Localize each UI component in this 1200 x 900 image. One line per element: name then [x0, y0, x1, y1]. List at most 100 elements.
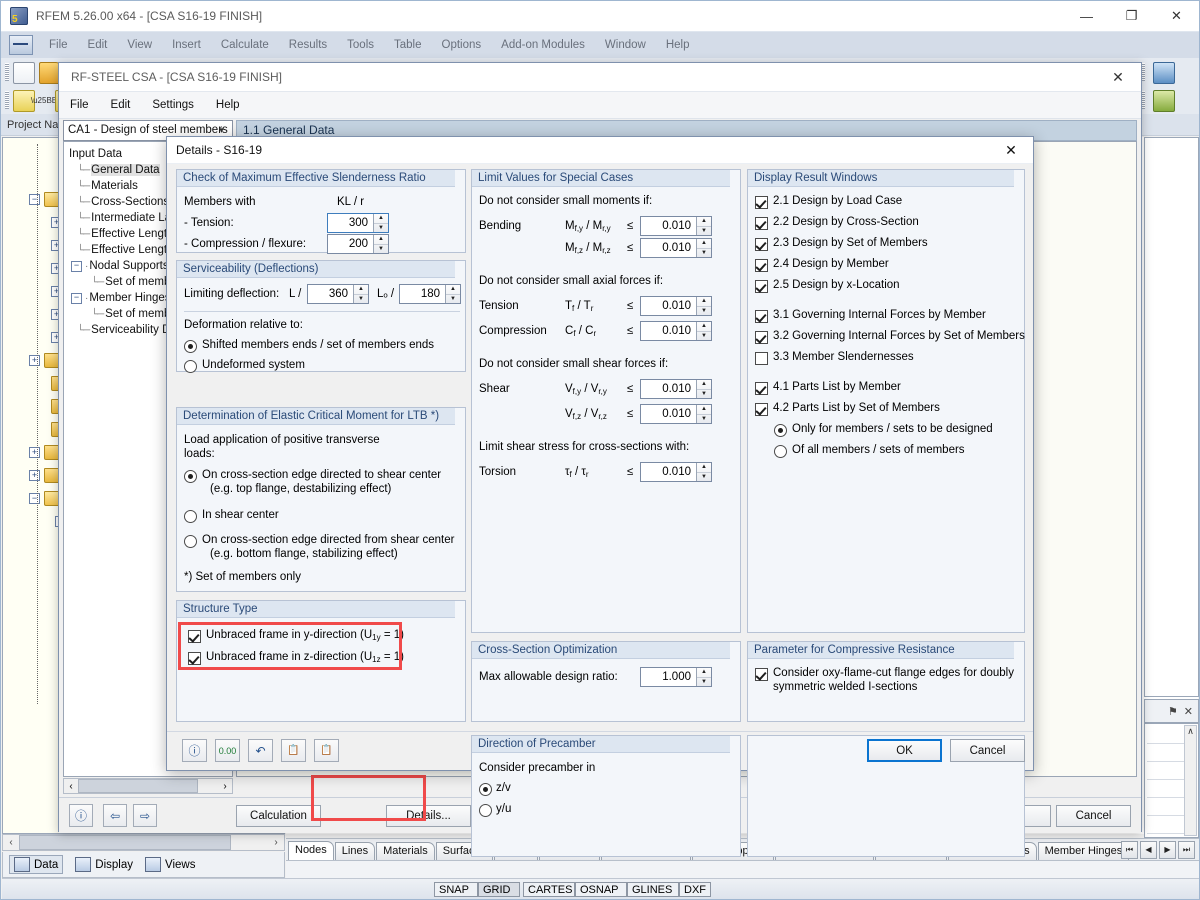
- compression-slenderness-input[interactable]: 200 ▲▼: [327, 234, 389, 254]
- calculation-button[interactable]: Calculation: [236, 805, 321, 827]
- render-view-icon[interactable]: [1153, 62, 1175, 84]
- max-design-ratio-input[interactable]: 1.000 ▲▼: [640, 667, 712, 687]
- sidebar-item-effective-lengths-2[interactable]: └─ Effective Lengths: [69, 242, 181, 258]
- dialog-copy-icon[interactable]: 📋: [281, 739, 306, 762]
- menu-table[interactable]: Table: [384, 39, 432, 51]
- shear-y-limit-input[interactable]: 0.010 ▲▼: [640, 379, 712, 399]
- spinner-arrows[interactable]: ▲▼: [445, 285, 460, 303]
- scroll-right-icon[interactable]: ›: [268, 837, 284, 848]
- sidebar-item-general-data[interactable]: └─ General Data: [69, 162, 181, 178]
- expand-icon[interactable]: +: [29, 355, 40, 366]
- table-tab-nodes[interactable]: Nodes: [288, 841, 334, 860]
- parts-list-all-members-radio[interactable]: [774, 445, 787, 458]
- scrollbar-thumb[interactable]: [19, 835, 231, 850]
- collapse-icon[interactable]: −: [29, 493, 40, 504]
- table-tab-lines[interactable]: Lines: [335, 842, 375, 860]
- result-window-2-1-checkbox[interactable]: [755, 196, 768, 209]
- tab-prev-icon[interactable]: ◀: [1140, 841, 1157, 859]
- result-window-2-4-checkbox[interactable]: [755, 259, 768, 272]
- dock-close-icon[interactable]: ✕: [1184, 705, 1193, 718]
- dock-table-scrollbar[interactable]: ∧: [1184, 725, 1197, 836]
- spinner-arrows[interactable]: ▲▼: [696, 297, 711, 315]
- sidebar-item-materials[interactable]: └─ Materials: [69, 178, 181, 194]
- dialog-default-values-icon[interactable]: 0.00: [215, 739, 240, 762]
- unbraced-frame-z-checkbox[interactable]: [188, 652, 201, 665]
- precamber-yu-radio[interactable]: [479, 804, 492, 817]
- menu-help[interactable]: Help: [656, 39, 700, 51]
- sidebar-item-serviceability-data[interactable]: └─ Serviceability Dat: [69, 322, 181, 338]
- result-window-4-1-checkbox[interactable]: [755, 382, 768, 395]
- table-tab-materials[interactable]: Materials: [376, 842, 435, 860]
- deformation-icon[interactable]: [1153, 90, 1175, 112]
- dialog-cancel-button[interactable]: Cancel: [950, 739, 1025, 762]
- tab-first-icon[interactable]: ⏮: [1121, 841, 1138, 859]
- result-window-2-2-checkbox[interactable]: [755, 217, 768, 230]
- navigator-tab-views[interactable]: Views: [145, 857, 195, 872]
- dialog-paste-icon[interactable]: 📋: [314, 739, 339, 762]
- new-file-icon[interactable]: [13, 62, 35, 84]
- tab-last-icon[interactable]: ⏭: [1178, 841, 1195, 859]
- bending-y-limit-input[interactable]: 0.010 ▲▼: [640, 216, 712, 236]
- status-toggle-osnap[interactable]: OSNAP: [575, 882, 627, 897]
- spinner-arrows[interactable]: ▲▼: [353, 285, 368, 303]
- collapse-icon[interactable]: −: [71, 293, 82, 304]
- sidebar-item-nodal-supports[interactable]: − · Nodal Supports: [69, 258, 181, 274]
- navigator-tab-data[interactable]: Data: [9, 855, 63, 874]
- compression-limit-input[interactable]: 0.010 ▲▼: [640, 321, 712, 341]
- scroll-left-icon[interactable]: ‹: [64, 781, 78, 792]
- result-window-3-3-checkbox[interactable]: [755, 352, 768, 365]
- ltb-option-to-shear-center-radio[interactable]: [184, 470, 197, 483]
- dialog-ok-button[interactable]: OK: [867, 739, 942, 762]
- minimize-button[interactable]: —: [1064, 1, 1109, 31]
- rf-steel-menu-edit[interactable]: Edit: [100, 99, 142, 111]
- menu-tools[interactable]: Tools: [337, 39, 384, 51]
- menu-options[interactable]: Options: [432, 39, 492, 51]
- menu-addon-modules[interactable]: Add-on Modules: [491, 39, 595, 51]
- menu-window[interactable]: Window: [595, 39, 656, 51]
- dropdown-arrow-icon[interactable]: \u25BE: [39, 90, 49, 110]
- result-window-2-5-checkbox[interactable]: [755, 280, 768, 293]
- scrollbar-thumb[interactable]: [78, 779, 198, 793]
- result-window-4-2-checkbox[interactable]: [755, 403, 768, 416]
- status-toggle-glines[interactable]: GLINES: [627, 882, 679, 897]
- spinner-arrows[interactable]: ▲▼: [696, 463, 711, 481]
- shear-z-limit-input[interactable]: 0.010 ▲▼: [640, 404, 712, 424]
- result-window-3-1-checkbox[interactable]: [755, 310, 768, 323]
- menu-file[interactable]: File: [39, 39, 78, 51]
- details-dialog-close-button[interactable]: ✕: [991, 138, 1031, 162]
- dialog-undo-icon[interactable]: ↶: [248, 739, 273, 762]
- rf-steel-menu-settings[interactable]: Settings: [141, 99, 205, 111]
- status-toggle-dxf[interactable]: DXF: [679, 882, 711, 897]
- collapse-icon[interactable]: −: [71, 261, 82, 272]
- sidebar-item-effective-lengths-1[interactable]: └─ Effective Lengths: [69, 226, 181, 242]
- collapse-icon[interactable]: −: [29, 194, 40, 205]
- menu-view[interactable]: View: [117, 39, 162, 51]
- sidebar-item-cross-sections[interactable]: └─ Cross-Sections: [69, 194, 181, 210]
- rf-steel-menu-file[interactable]: File: [59, 99, 100, 111]
- navigator-tab-display[interactable]: Display: [75, 857, 133, 872]
- spinner-arrows[interactable]: ▲▼: [696, 405, 711, 423]
- rf-steel-close-button[interactable]: ✕: [1097, 65, 1139, 89]
- scroll-left-icon[interactable]: ‹: [3, 837, 19, 848]
- status-toggle-cartes[interactable]: CARTES: [523, 882, 575, 897]
- ltb-option-in-shear-center-radio[interactable]: [184, 510, 197, 523]
- sidebar-item-member-hinges[interactable]: − · Member Hinges: [69, 290, 181, 306]
- spinner-arrows[interactable]: ▲▼: [696, 239, 711, 257]
- expand-icon[interactable]: +: [29, 470, 40, 481]
- rf-steel-tree-scrollbar[interactable]: ‹ ›: [63, 778, 233, 794]
- status-toggle-snap[interactable]: SNAP: [434, 882, 478, 897]
- previous-icon[interactable]: ⇦: [103, 804, 127, 827]
- sidebar-item-nodal-set-of-members[interactable]: └─ Set of membe: [69, 274, 181, 290]
- limiting-deflection-l-input[interactable]: 360 ▲▼: [307, 284, 369, 304]
- spinner-arrows[interactable]: ▲▼: [696, 322, 711, 340]
- unbraced-frame-y-checkbox[interactable]: [188, 630, 201, 643]
- tab-next-icon[interactable]: ▶: [1159, 841, 1176, 859]
- menu-insert[interactable]: Insert: [162, 39, 211, 51]
- pin-icon[interactable]: ⚑: [1168, 705, 1178, 718]
- sidebar-item-intermediate-lateral[interactable]: └─ Intermediate Late: [69, 210, 181, 226]
- sidebar-item-hinges-set-of-members[interactable]: └─ Set of membe: [69, 306, 181, 322]
- result-window-3-2-checkbox[interactable]: [755, 331, 768, 344]
- ltb-option-from-shear-center-radio[interactable]: [184, 535, 197, 548]
- scroll-right-icon[interactable]: ›: [218, 781, 232, 792]
- spinner-arrows[interactable]: ▲▼: [373, 214, 388, 232]
